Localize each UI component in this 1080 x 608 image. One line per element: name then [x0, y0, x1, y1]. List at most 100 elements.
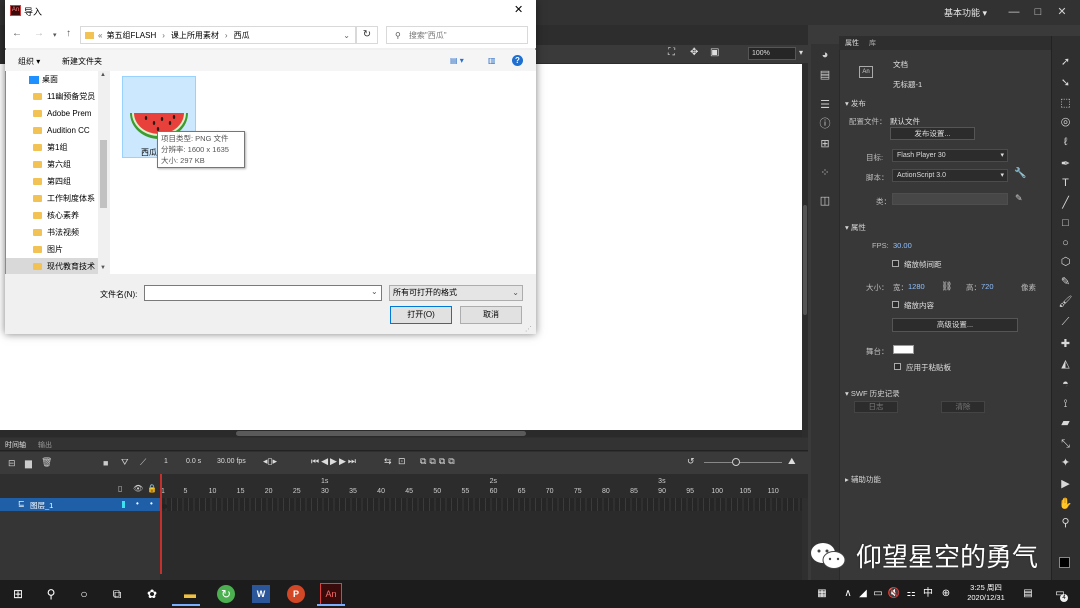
new-folder-icon[interactable]: ▆	[25, 458, 32, 469]
tree-item[interactable]: 第1组	[47, 140, 99, 155]
ime-mode-icon[interactable]: ⊕	[936, 584, 956, 604]
view-options-icon[interactable]: ▤ ▾	[450, 56, 464, 65]
clock[interactable]: 3:25 周四 2020/12/31	[960, 583, 1012, 603]
breadcrumb-chevron-icon[interactable]: ›	[162, 31, 165, 40]
components-icon[interactable]: ◫	[818, 194, 832, 208]
script-select[interactable]: ActionScript 3.0 ▾	[892, 169, 1008, 182]
zoom-slider-track[interactable]	[704, 462, 782, 463]
layer-frames[interactable]	[160, 498, 802, 511]
tab-properties[interactable]: 属性	[845, 38, 859, 48]
maximize-button[interactable]: □	[1030, 4, 1046, 20]
rectangle-tool-icon[interactable]: □	[1058, 216, 1073, 231]
paint-bucket-icon[interactable]: ◭	[1058, 357, 1073, 372]
free-transform-icon[interactable]: ⬚	[1058, 96, 1073, 111]
refresh-icon[interactable]: ↻	[356, 26, 378, 44]
apply-pasteboard-checkbox[interactable]	[894, 363, 901, 370]
search-icon[interactable]: ⚲	[41, 584, 61, 604]
scroll-down-icon[interactable]: ▼	[100, 265, 106, 271]
hand-tool-icon[interactable]: ✋	[1058, 497, 1073, 512]
powerpoint-icon[interactable]: P	[287, 585, 305, 603]
oval-tool-icon[interactable]: ○	[1058, 236, 1073, 251]
tree-item[interactable]: 书法视频	[47, 225, 99, 240]
new-layer-icon[interactable]: ⊟	[8, 458, 16, 469]
dialog-close-button[interactable]: ✕	[514, 3, 523, 16]
playback-loop-icons[interactable]: ◂▯▸	[263, 456, 277, 467]
zoom-tool-icon[interactable]: ⚲	[1058, 516, 1073, 531]
align-icon[interactable]: ☰	[818, 98, 832, 112]
tree-item[interactable]: Adobe Prem	[47, 106, 99, 121]
minimize-button[interactable]: —	[1006, 4, 1022, 20]
stage-vscroll-thumb[interactable]	[803, 205, 807, 315]
current-frame[interactable]: 1	[164, 458, 168, 465]
fit-stage-icon[interactable]: ▣	[710, 47, 719, 58]
edit-multiple-icons[interactable]: ⧉⧉⧉⧉	[420, 456, 458, 467]
breadcrumb-item[interactable]: 西瓜	[234, 30, 250, 41]
edit-class-icon[interactable]: ✎	[1015, 193, 1023, 204]
action-center-icon[interactable]: ▭	[1050, 584, 1070, 604]
timeline-zoom-icon[interactable]: ⛰	[788, 456, 796, 467]
library-icon[interactable]: ▤	[818, 68, 832, 82]
scroll-up-icon[interactable]: ▲	[100, 72, 106, 78]
clip-icon[interactable]: ⛶	[668, 47, 675, 58]
tab-timeline[interactable]: 时间轴	[5, 440, 26, 450]
wrench-icon[interactable]: 🔧	[1014, 168, 1026, 179]
tab-output[interactable]: 输出	[38, 440, 52, 450]
parent-view-icon[interactable]: ⛛	[121, 457, 129, 468]
tray-notify-app-icon[interactable]: ▤	[1018, 584, 1038, 604]
width-tool-icon[interactable]: ⤡	[1058, 437, 1073, 452]
scale-spans-checkbox[interactable]	[892, 260, 899, 267]
tree-item-selected[interactable]: 现代教育技术	[47, 259, 99, 274]
layer-visible-dot[interactable]: •	[136, 499, 139, 508]
tree-item[interactable]: 核心素养	[47, 208, 99, 223]
breadcrumb-item[interactable]: 课上所用素材	[171, 30, 219, 41]
tree-item[interactable]: 工作制度体系	[47, 191, 99, 206]
layer-row[interactable]: ⊑ 图层_1 • •	[0, 498, 160, 511]
lasso-icon[interactable]: ℓ	[1058, 135, 1073, 150]
filename-input[interactable]	[144, 285, 382, 301]
link-icon[interactable]: ⛓	[941, 281, 952, 292]
line-tool-icon[interactable]: ╱	[1058, 196, 1073, 211]
swf-history-header[interactable]: ▾ SWF 历史记录	[845, 388, 900, 399]
stage-hscroll-thumb[interactable]	[236, 431, 526, 436]
word-icon[interactable]: W	[252, 585, 270, 603]
playback-controls[interactable]: ⏮◀▶▶⏭	[311, 456, 358, 467]
camera-tool-icon[interactable]: ▶	[1058, 477, 1073, 492]
open-button[interactable]: 打开(O)	[390, 306, 452, 324]
tree-item[interactable]: 第四组	[47, 174, 99, 189]
up-arrow-icon[interactable]: ↑	[66, 28, 71, 39]
pencil-tool-icon[interactable]: ✎	[1058, 275, 1073, 290]
breadcrumb-chevron-icon[interactable]: ›	[225, 31, 228, 40]
info-icon[interactable]: ⓘ	[818, 117, 832, 131]
layer-highlight-icon[interactable]: ▯	[118, 484, 122, 493]
dropdown-icon[interactable]: ▾	[799, 48, 803, 57]
polystar-tool-icon[interactable]: ⬡	[1058, 255, 1073, 270]
eyedropper-icon[interactable]: ⟟	[1058, 397, 1073, 412]
lock-all-icon[interactable]: 🔒	[147, 484, 157, 493]
filetype-select[interactable]: 所有可打开的格式 ⌄	[389, 285, 523, 301]
new-folder-button[interactable]: 新建文件夹	[62, 56, 102, 67]
fill-color-swatch[interactable]	[1059, 557, 1070, 568]
ime-indicator[interactable]: 中	[918, 584, 938, 604]
pen-tool-icon[interactable]: ✒	[1058, 157, 1073, 172]
tree-scroll-thumb[interactable]	[100, 140, 107, 208]
layer-lock-dot[interactable]: •	[150, 499, 153, 508]
brush-tool-icon[interactable]: 🖌	[1058, 295, 1073, 310]
animate-icon[interactable]: An	[320, 583, 342, 605]
recent-dropdown-icon[interactable]: ▾	[53, 31, 57, 39]
organize-button[interactable]: 组织 ▾	[18, 56, 40, 67]
delete-layer-icon[interactable]: 🗑	[41, 457, 52, 468]
show-all-icon[interactable]: 👁	[133, 484, 143, 493]
keyboard-icon[interactable]: ▦	[812, 584, 832, 604]
stage-color-swatch[interactable]	[893, 345, 914, 354]
motion-presets-icon[interactable]: ⁘	[818, 166, 832, 180]
3d-rotation-icon[interactable]: ◎	[1058, 115, 1073, 130]
close-app-button[interactable]: ✕	[1054, 4, 1070, 20]
zoom-select[interactable]: 100%	[748, 47, 796, 60]
color-panel-icon[interactable]: ◕	[818, 48, 832, 62]
camera-layer-icon[interactable]: ■	[103, 458, 108, 468]
zoom-slider-thumb[interactable]	[732, 458, 740, 466]
address-dropdown-icon[interactable]: ⌄	[343, 31, 350, 40]
publish-settings-button[interactable]: 发布设置...	[890, 127, 975, 140]
tab-library[interactable]: 库	[869, 38, 876, 48]
tree-item[interactable]: Audition CC	[47, 123, 99, 138]
